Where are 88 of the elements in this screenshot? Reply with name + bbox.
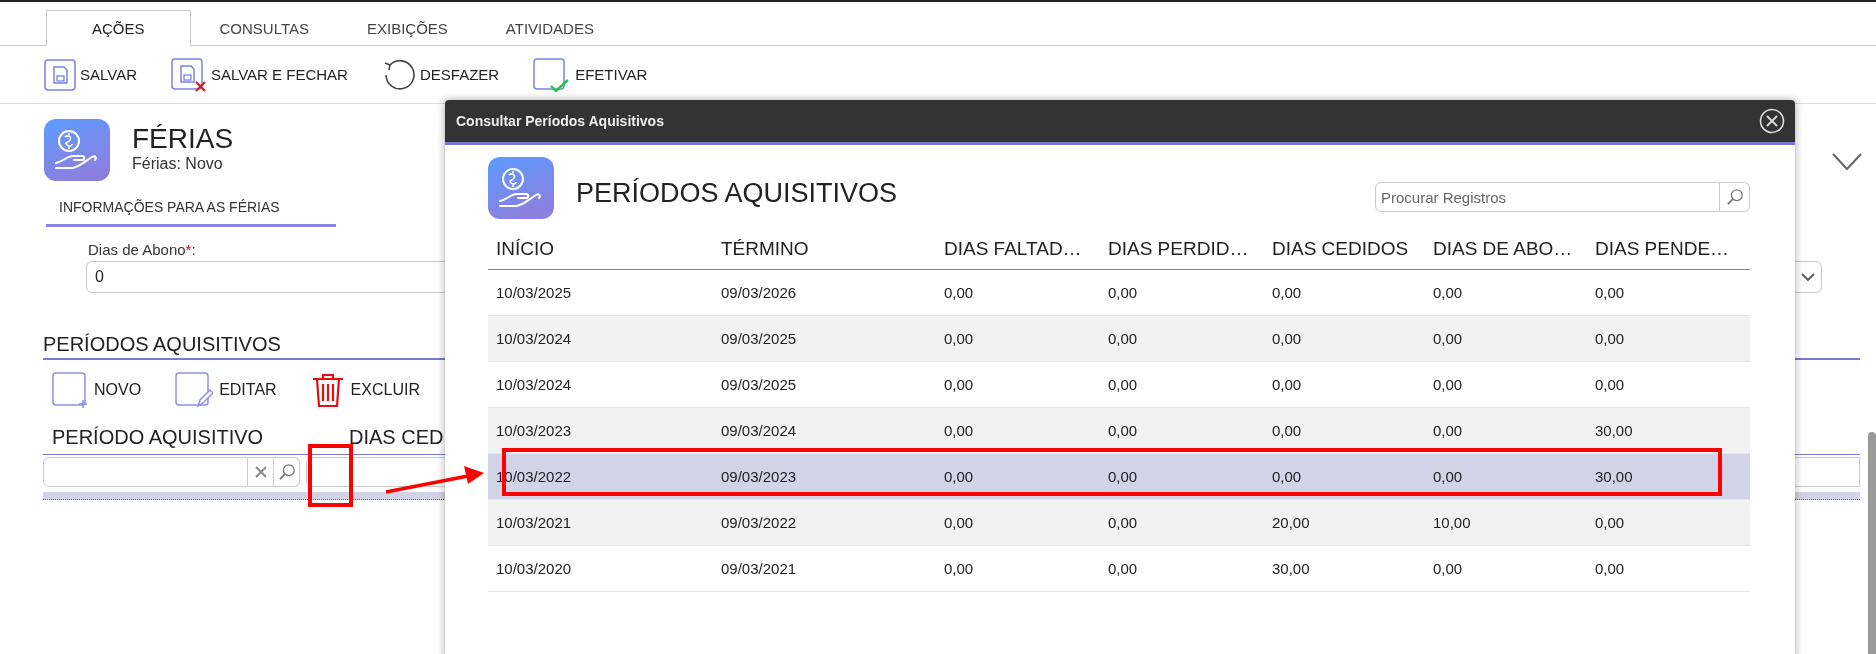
table-cell: 0,00 [1100, 361, 1264, 408]
dropdown-button[interactable] [1794, 261, 1822, 293]
column-header[interactable]: DIAS CEDIDOS [1264, 229, 1425, 270]
table-row[interactable]: 10/03/2021 09/03/2022 0,00 0,00 20,00 10,00 0,00 [488, 499, 1750, 546]
table-cell: 0,00 [936, 315, 1100, 362]
table-cell: 10/03/2025 [488, 269, 713, 316]
square-pencil-icon [175, 372, 214, 408]
table-cell: 0,00 [1425, 315, 1587, 362]
table-cell: 0,00 [1100, 315, 1264, 362]
table-cell: 09/03/2026 [713, 269, 936, 316]
table-cell: 0,00 [1100, 545, 1264, 592]
tab[interactable]: CONSULTAS [190, 10, 338, 46]
table-cell: 10,00 [1425, 499, 1587, 546]
square-plus-icon [52, 372, 88, 408]
table-row[interactable]: 10/03/2023 09/03/2024 0,00 0,00 0,00 0,00 30,00 [488, 407, 1750, 454]
search-icon [277, 462, 296, 481]
chevron-down-icon[interactable] [1832, 153, 1862, 171]
money-hand-logo [488, 157, 554, 219]
tab[interactable]: ATIVIDADES [476, 10, 623, 46]
table-cell: 09/03/2022 [713, 499, 936, 546]
tab[interactable]: AÇÕES [46, 10, 191, 46]
tab[interactable]: EXIBIÇÕES [338, 10, 477, 46]
money-hand-logo [44, 119, 110, 181]
toolbar-button[interactable]: DESFAZER [381, 57, 500, 92]
dialog-title: Consultar Períodos Aquisitivos [456, 113, 664, 129]
table-cell: 09/03/2025 [713, 361, 936, 408]
search-button[interactable] [274, 456, 300, 487]
chevron-down-icon [1801, 272, 1815, 282]
action-button[interactable]: EDITAR [175, 372, 277, 408]
table-cell: 0,00 [1425, 545, 1587, 592]
table-cell: 0,00 [936, 545, 1100, 592]
close-icon [1759, 108, 1785, 134]
toolbar-button[interactable]: SALVAR [44, 58, 137, 91]
table-row[interactable]: 10/03/2024 09/03/2025 0,00 0,00 0,00 0,00 0,00 [488, 361, 1750, 408]
table-cell: 0,00 [1587, 269, 1750, 316]
search-button[interactable] [1720, 182, 1750, 212]
table-cell: 0,00 [1587, 499, 1750, 546]
table-cell: 0,00 [1587, 361, 1750, 408]
table-cell: 0,00 [936, 361, 1100, 408]
column-header[interactable]: DIAS DE ABO… [1425, 229, 1587, 270]
section-tab[interactable]: INFORMAÇÕES PARA AS FÉRIAS [46, 199, 336, 227]
table-cell: 0,00 [1587, 545, 1750, 592]
column-header[interactable]: DIAS FALTAD… [936, 229, 1100, 270]
table-cell: 10/03/2020 [488, 545, 713, 592]
clear-button[interactable] [248, 456, 274, 487]
highlight-frame [308, 444, 353, 507]
search-input-field[interactable]: Procurar Registros [1375, 182, 1720, 212]
close-icon [254, 465, 267, 478]
table-row[interactable]: 10/03/2020 09/03/2021 0,00 0,00 30,00 0,00 0,00 [488, 545, 1750, 592]
table-row[interactable]: 10/03/2025 09/03/2026 0,00 0,00 0,00 0,00 0,00 [488, 269, 1750, 316]
toolbar-button[interactable]: SALVAR E FECHAR [170, 57, 348, 92]
table-cell: 0,00 [1264, 361, 1425, 408]
dialog-heading: PERÍODOS AQUISITIVOS [576, 176, 898, 209]
table-cell: 20,00 [1264, 499, 1425, 546]
table-cell: 09/03/2025 [713, 315, 936, 362]
action-button[interactable]: EXCLUIR [310, 372, 420, 408]
close-button[interactable] [1759, 108, 1785, 134]
table-cell: 0,00 [1587, 315, 1750, 362]
table-cell: 30,00 [1264, 545, 1425, 592]
action-button[interactable]: NOVO [52, 372, 142, 408]
toolbar-button[interactable]: EFETIVAR [533, 57, 648, 92]
search-icon [1725, 188, 1744, 206]
table-cell: 10/03/2021 [488, 499, 713, 546]
table-cell: 0,00 [1425, 361, 1587, 408]
column-header[interactable]: DIAS CED [304, 425, 444, 449]
table-cell: 0,00 [1100, 499, 1264, 546]
column-header[interactable]: DIAS PERDID… [1100, 229, 1264, 270]
trash-icon [310, 372, 345, 408]
page-title: FÉRIAS [132, 123, 234, 155]
table-cell: 0,00 [1264, 315, 1425, 362]
page-subtitle: Férias: Novo [132, 155, 224, 173]
table-cell: 0,00 [1425, 269, 1587, 316]
table-cell: 10/03/2024 [488, 361, 713, 408]
table-cell: 09/03/2021 [713, 545, 936, 592]
table-cell: 0,00 [936, 499, 1100, 546]
table-cell: 0,00 [936, 269, 1100, 316]
field-label: Dias de Abono*: [88, 241, 196, 258]
table-cell: 0,00 [1264, 269, 1425, 316]
column-header[interactable]: PERÍODO AQUISITIVO [43, 425, 304, 449]
column-header[interactable]: TÉRMINO [713, 229, 936, 270]
floppy-disk-cross-icon [170, 57, 207, 92]
table-cell: 0,00 [1100, 269, 1264, 316]
filter-input-field[interactable] [43, 456, 248, 487]
table-cell: 10/03/2024 [488, 315, 713, 362]
scrollbar-thumb[interactable] [1868, 432, 1876, 654]
table-row[interactable]: 10/03/2024 09/03/2025 0,00 0,00 0,00 0,00 0,00 [488, 315, 1750, 362]
column-header[interactable]: DIAS PENDE… [1587, 229, 1750, 270]
column-header[interactable]: INÍCIO [488, 229, 713, 270]
